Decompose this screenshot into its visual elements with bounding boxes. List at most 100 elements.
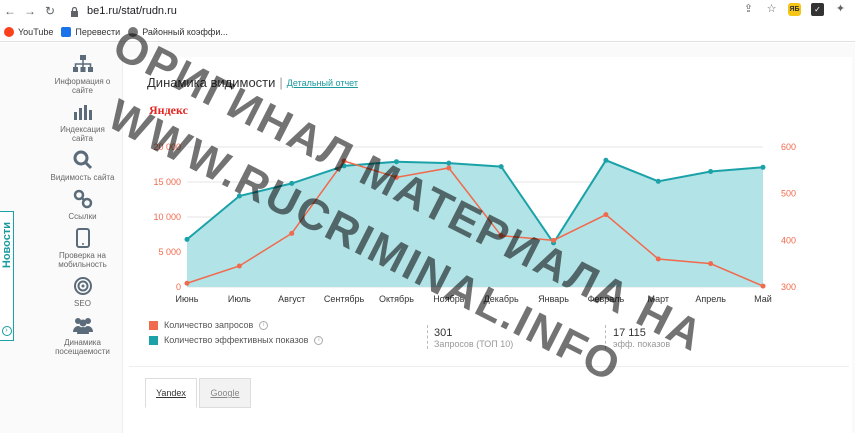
sidebar-item-seo[interactable]: SEO: [50, 275, 115, 308]
y-right-tick-label: 600: [781, 142, 796, 152]
bookmark-youtube[interactable]: YouTube: [4, 26, 54, 37]
sidebar-item-label: Проверка на мобильность: [58, 251, 107, 269]
sidebar-item-label: Динамика посещаемости: [55, 338, 110, 356]
bookmark-translate[interactable]: Перевести: [61, 26, 121, 37]
arrow-right-icon: ›: [1, 326, 12, 336]
stat-impressions: 17 115 эфф. показов: [613, 327, 670, 349]
bookmark-label: YouTube: [18, 26, 54, 37]
chart-legend: Количество запросов i Количество эффекти…: [149, 320, 324, 350]
extension-icon-2[interactable]: ✓: [811, 3, 824, 16]
star-icon[interactable]: ☆: [765, 3, 778, 16]
mail-icon: [61, 26, 72, 37]
detailed-report-link[interactable]: Детальный отчет: [287, 78, 358, 88]
tab-yandex[interactable]: Yandex: [145, 378, 197, 408]
bookmarks-bar: YouTube Перевести Районный коэффи...: [0, 22, 855, 42]
x-tick-label: Июнь: [176, 294, 199, 304]
y-left-tick-label: 20 000: [153, 142, 181, 152]
x-tick-label: Январь: [538, 294, 569, 304]
bookmark-coefficient[interactable]: Районный коэффи...: [128, 26, 228, 37]
sitemap-icon: [72, 53, 94, 75]
info-icon[interactable]: i: [259, 320, 269, 330]
search-icon: [72, 149, 94, 171]
y-left-tick-label: 10 000: [153, 212, 181, 222]
share-icon[interactable]: ⇪: [742, 3, 755, 16]
target-icon: [72, 275, 94, 297]
stat-label: Запросов (ТОП 10): [434, 339, 514, 349]
y-right-tick-label: 500: [781, 189, 796, 199]
sidebar-item-indexing[interactable]: Индексация сайта: [50, 101, 115, 143]
info-icon[interactable]: i: [314, 335, 324, 345]
lock-icon: [70, 6, 79, 17]
y-left-tick-label: 15 000: [153, 177, 181, 187]
yandex-icon: [4, 26, 14, 37]
legend-label: Количество эффективных показов: [164, 335, 309, 345]
x-tick-label: Июль: [228, 294, 251, 304]
sidebar-item-visibility[interactable]: Видимость сайта: [50, 149, 115, 182]
title-separator: |: [279, 75, 283, 90]
point-impressions: [498, 164, 504, 170]
visibility-card: Динамика видимости | Детальный отчет Янд…: [129, 57, 849, 367]
point-impressions: [603, 157, 609, 163]
forward-icon[interactable]: →: [20, 4, 40, 18]
point-impressions: [393, 159, 399, 165]
mobile-icon: [72, 227, 94, 249]
sidebar-item-links[interactable]: Ссылки: [50, 188, 115, 221]
sidebar-item-info[interactable]: Информация о сайте: [50, 53, 115, 95]
x-tick-label: Март: [647, 294, 669, 304]
sidebar-item-label: Индексация сайта: [60, 125, 105, 143]
users-icon: [72, 314, 94, 336]
point-impressions: [341, 163, 347, 169]
address-bar[interactable]: be1.ru/stat/rudn.ru: [70, 2, 730, 20]
point-impressions: [236, 193, 242, 199]
stat-value: 17 115: [613, 327, 646, 339]
point-queries: [708, 261, 714, 267]
puzzle-icon[interactable]: ✦: [834, 3, 847, 16]
legend-swatch-queries: [149, 320, 158, 330]
news-tab[interactable]: Новости ›: [0, 211, 14, 341]
x-tick-label: Май: [754, 294, 772, 304]
back-icon[interactable]: ←: [0, 4, 20, 18]
browser-toolbar: ← → ↻ be1.ru/stat/rudn.ru ⇪ ☆ ЯБ ✓ ✦: [0, 0, 855, 22]
extension-icon[interactable]: ЯБ: [788, 3, 801, 16]
x-tick-label: Декабрь: [484, 294, 519, 304]
bookmark-label: Перевести: [75, 26, 121, 37]
point-queries: [236, 263, 242, 269]
point-impressions: [655, 178, 661, 184]
stat-value: 301: [434, 327, 453, 339]
point-queries: [341, 158, 347, 164]
main-content: Динамика видимости | Детальный отчет Янд…: [122, 57, 852, 433]
url-text: be1.ru/stat/rudn.ru: [87, 5, 177, 17]
sidebar-item-label: SEO: [74, 299, 91, 308]
point-queries: [289, 230, 295, 236]
yandex-logo: Яндекс: [149, 103, 188, 117]
point-queries: [446, 165, 452, 171]
x-tick-label: Август: [278, 294, 305, 304]
point-queries: [603, 212, 609, 218]
x-tick-label: Апрель: [695, 294, 726, 304]
sidebar-item-mobile[interactable]: Проверка на мобильность: [50, 227, 115, 269]
point-queries: [184, 280, 190, 286]
y-right-tick-label: 300: [781, 282, 796, 292]
card-header: Динамика видимости | Детальный отчет: [147, 75, 358, 90]
divider: [427, 325, 428, 349]
point-queries: [655, 256, 661, 262]
legend-label: Количество запросов: [164, 320, 254, 330]
sidebar-item-label: Видимость сайта: [50, 173, 115, 182]
y-right-tick-label: 400: [781, 235, 796, 245]
x-tick-label: Сентябрь: [324, 294, 365, 304]
sidebar-item-traffic[interactable]: Динамика посещаемости: [50, 314, 115, 356]
point-queries: [393, 174, 399, 180]
visibility-chart: 0 5 000 10 000 15 000 20 000 300 400 500 600 Июнь…: [153, 142, 796, 304]
legend-swatch-impressions: [149, 335, 158, 345]
legend-item-queries[interactable]: Количество запросов i: [149, 320, 323, 330]
page: Новости › Информация о сайте Индексация …: [0, 43, 855, 433]
point-queries: [498, 233, 504, 239]
engine-tabs: Yandex Google: [145, 378, 251, 408]
point-queries: [551, 237, 557, 243]
legend-item-impressions[interactable]: Количество эффективных показов i: [149, 335, 324, 345]
reload-icon[interactable]: ↻: [40, 4, 60, 18]
point-impressions: [760, 164, 766, 170]
point-queries: [760, 283, 766, 289]
tab-google[interactable]: Google: [199, 378, 251, 408]
sidebar: Информация о сайте Индексация сайта Види…: [50, 53, 115, 362]
